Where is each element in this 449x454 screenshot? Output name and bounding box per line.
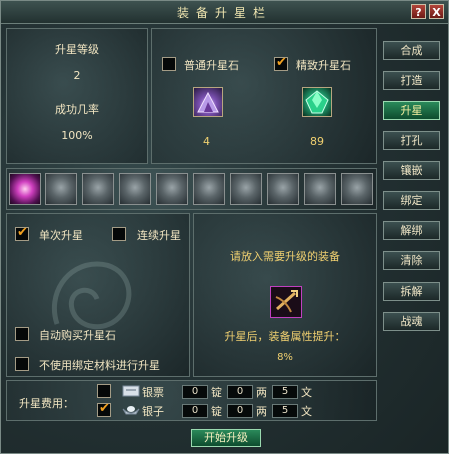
attribute-boost: 8% (277, 352, 293, 363)
silver-note-checkbox[interactable] (97, 384, 111, 398)
info-panel: 升星等级 2 成功几率 100% (6, 28, 148, 164)
equip-slot[interactable] (45, 173, 77, 205)
silver-note-liang-field[interactable]: 0 (227, 385, 253, 399)
continuous-upgrade-label: 连续升星 (137, 229, 181, 242)
normal-star-stone-icon[interactable] (193, 87, 223, 117)
rate-label: 成功几率 (55, 103, 99, 116)
unit-wen: 文 (301, 405, 312, 418)
side-button-punch[interactable]: 打孔 (383, 131, 440, 150)
side-button-forge[interactable]: 打造 (383, 71, 440, 90)
options-panel: ✔ 单次升星 连续升星 自动购买升星石 不使用绑定材料进行升星 (6, 213, 190, 377)
cost-label: 升星费用： (19, 397, 74, 410)
unit-liang: 两 (256, 386, 267, 399)
equip-slot[interactable] (193, 173, 225, 205)
equip-slot[interactable] (230, 173, 262, 205)
normal-stone-checkbox[interactable] (162, 57, 176, 71)
silver-coin-checkbox[interactable]: ✔ (97, 401, 111, 417)
rate-value: 100% (61, 129, 93, 142)
equip-slot[interactable] (119, 173, 151, 205)
level-value: 2 (73, 69, 81, 82)
silver-note-wen-field[interactable]: 5 (272, 385, 298, 399)
refined-stone-label: 精致升星石 (296, 59, 351, 72)
stones-panel: 普通升星石 ✔ 精致升星石 4 89 (151, 28, 377, 164)
normal-stone-label: 普通升星石 (184, 59, 239, 72)
silver-coin-ding-field[interactable]: 0 (182, 404, 208, 418)
equip-slot[interactable] (9, 173, 41, 205)
silver-coin-liang-field[interactable]: 0 (227, 404, 253, 418)
auto-buy-label: 自动购买升星石 (39, 329, 116, 342)
normal-stone-count: 4 (203, 135, 210, 148)
side-button-unbind[interactable]: 解绑 (383, 221, 440, 240)
target-panel: 请放入需要升级的装备 升星后，装备属性提升： 8% (193, 213, 377, 377)
silver-coin-label: 银子 (142, 405, 164, 418)
cost-panel: 升星费用： 银票 0 锭 0 两 5 文 ✔ 银子 0 锭 0 两 5 文 (6, 380, 377, 421)
silver-note-icon (122, 385, 140, 397)
side-button-inlay[interactable]: 镶嵌 (383, 161, 440, 180)
single-upgrade-checkbox[interactable]: ✔ (15, 225, 29, 241)
refined-star-stone-icon[interactable] (302, 87, 332, 117)
unit-liang: 两 (256, 405, 267, 418)
unit-ding: 锭 (211, 386, 222, 399)
equip-slot[interactable] (267, 173, 299, 205)
start-upgrade-button[interactable]: 开始升级 (191, 429, 261, 447)
silver-ingot-icon (122, 406, 140, 415)
equip-prompt: 请放入需要升级的装备 (230, 250, 340, 263)
unit-ding: 锭 (211, 405, 222, 418)
equip-slot[interactable] (156, 173, 188, 205)
side-button-clear[interactable]: 清除 (383, 251, 440, 270)
crossbow-icon (275, 290, 298, 313)
refined-stone-count: 89 (310, 135, 324, 148)
refined-stone-checkbox[interactable]: ✔ (274, 55, 288, 71)
crystal-pile-icon (197, 91, 219, 113)
window-title: 装备升星栏 (176, 6, 272, 20)
equip-slot[interactable] (341, 173, 373, 205)
equip-slot[interactable] (82, 173, 114, 205)
close-button[interactable]: X (429, 4, 444, 19)
target-equip-slot[interactable] (270, 286, 302, 318)
continuous-upgrade-checkbox[interactable] (112, 227, 126, 241)
silver-coin-wen-field[interactable]: 5 (272, 404, 298, 418)
silver-note-label: 银票 (142, 386, 164, 399)
side-button-bind[interactable]: 绑定 (383, 191, 440, 210)
star-upgrade-window: 装备升星栏 ? X 升星等级 2 成功几率 100% 普通升星石 ✔ 精致升星石… (0, 0, 449, 454)
check-icon: ✔ (99, 401, 110, 416)
emerald-gem-icon (305, 90, 329, 114)
silver-note-ding-field[interactable]: 0 (182, 385, 208, 399)
auto-buy-checkbox[interactable] (15, 327, 29, 341)
no-bound-material-checkbox[interactable] (15, 357, 29, 371)
equip-slot[interactable] (304, 173, 336, 205)
title-bar[interactable]: 装备升星栏 ? X (1, 1, 448, 24)
no-bound-material-label: 不使用绑定材料进行升星 (39, 359, 160, 372)
check-icon: ✔ (17, 225, 28, 240)
side-button-star-upgrade[interactable]: 升星 (383, 101, 440, 120)
side-button-synthesize[interactable]: 合成 (383, 41, 440, 60)
level-label: 升星等级 (55, 43, 99, 56)
help-button[interactable]: ? (411, 4, 426, 19)
side-button-war-soul[interactable]: 战魂 (383, 312, 440, 331)
side-button-dismantle[interactable]: 拆解 (383, 282, 440, 301)
unit-wen: 文 (301, 386, 312, 399)
check-icon: ✔ (276, 55, 287, 70)
single-upgrade-label: 单次升星 (39, 229, 83, 242)
after-upgrade-label: 升星后，装备属性提升： (224, 330, 346, 343)
